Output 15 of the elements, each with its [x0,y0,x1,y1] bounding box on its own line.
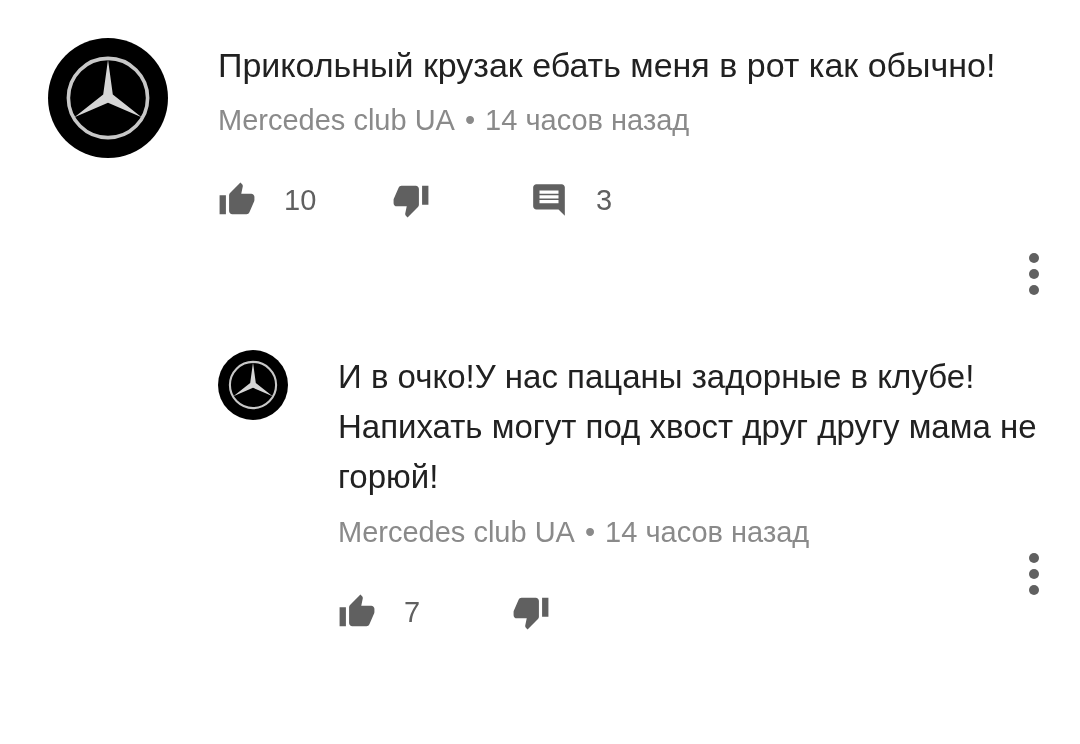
reply-count: 3 [596,183,614,217]
author-name[interactable]: Mercedes club UA [338,516,575,549]
separator-dot: • [584,516,596,549]
more-icon[interactable] [1028,252,1040,296]
like-count: 10 [284,183,318,217]
comment-text: И в очко!У нас пацаны задорные в клубе!Напихать могут под хвост друг другу мама не горюй! [338,357,1038,497]
avatar[interactable] [48,38,168,158]
more-icon[interactable] [1028,552,1040,596]
comment-text: Прикольный крузак ебать меня в рот как обычно! [218,45,997,86]
avatar[interactable] [218,350,288,420]
like-count: 7 [404,595,422,629]
author-name[interactable]: Mercedes club UA [218,104,455,137]
separator-dot: • [464,104,476,137]
comment-time: 14 часов назад [485,104,690,137]
comment-time: 14 часов назад [605,516,810,549]
